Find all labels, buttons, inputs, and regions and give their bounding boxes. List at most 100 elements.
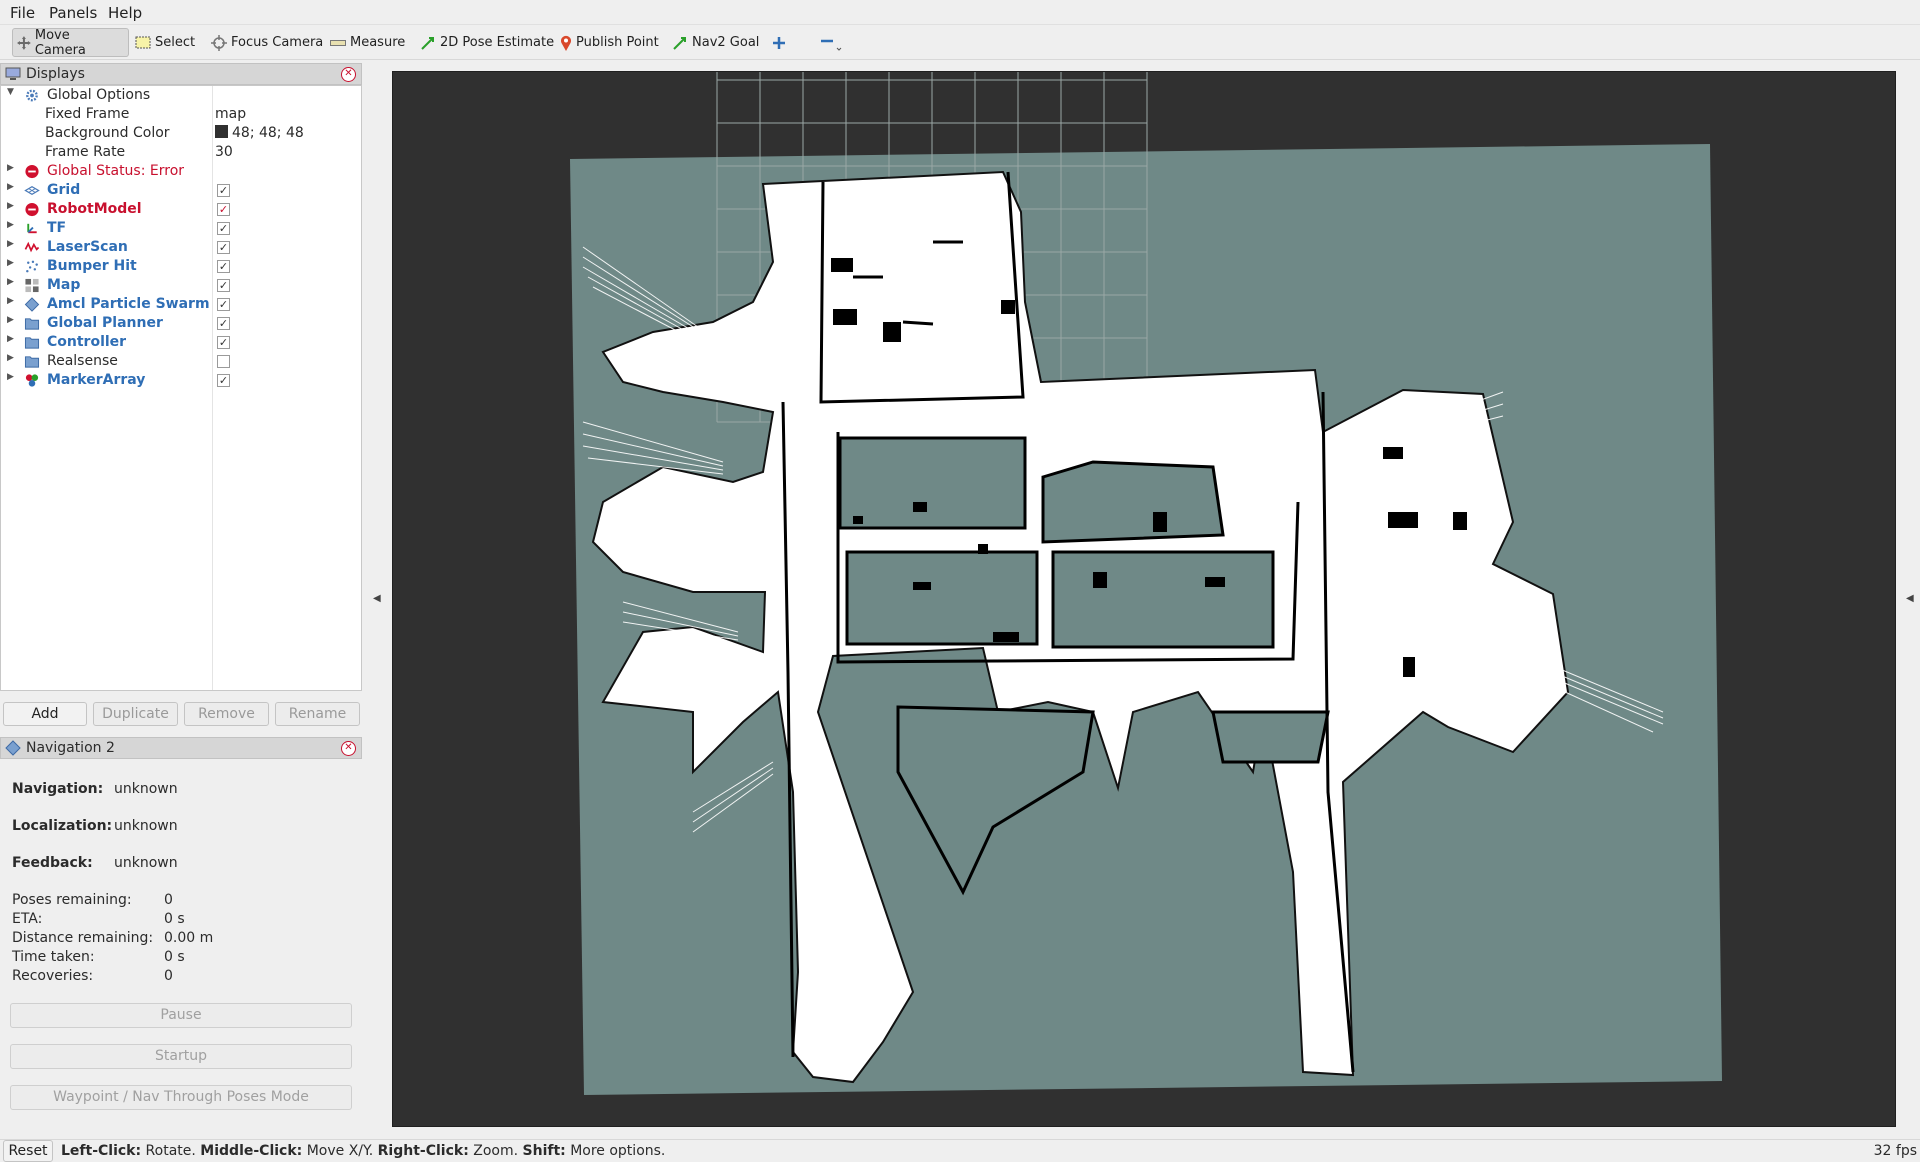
tree-row-controller[interactable]: ▶ Controller ✓	[1, 333, 361, 352]
close-displays-icon[interactable]: ✕	[341, 67, 356, 82]
remove-tool-button[interactable]	[816, 28, 850, 57]
map-pin-icon	[561, 35, 571, 51]
poses-remaining-value: 0	[164, 892, 173, 908]
expand-right-icon[interactable]: ▶	[7, 315, 14, 325]
reset-button[interactable]: Reset	[3, 1140, 53, 1162]
expand-right-icon[interactable]: ▶	[7, 258, 14, 268]
fps-counter: 32 fps	[1873, 1143, 1917, 1159]
close-nav2-icon[interactable]: ✕	[341, 741, 356, 756]
menu-file[interactable]: File	[10, 4, 35, 22]
time-taken-label: Time taken:	[12, 949, 95, 965]
tree-row-amcl-particle-swarm[interactable]: ▶ Amcl Particle Swarm ✓	[1, 295, 361, 314]
shift-key: Shift:	[522, 1143, 566, 1159]
bumper-hit-checkbox[interactable]: ✓	[217, 260, 230, 273]
measure-button[interactable]: Measure	[326, 28, 409, 57]
tree-row-laserscan[interactable]: ▶ LaserScan ✓	[1, 238, 361, 257]
publish-point-button[interactable]: Publish Point	[556, 28, 663, 57]
background-color-text: 48; 48; 48	[232, 125, 304, 141]
laserscan-checkbox[interactable]: ✓	[217, 241, 230, 254]
expand-right-icon[interactable]: ▶	[7, 220, 14, 230]
duplicate-display-button[interactable]: Duplicate	[93, 702, 178, 726]
collapse-left-icon[interactable]: ◀	[373, 593, 381, 604]
feedback-status: Feedback:	[12, 855, 93, 871]
tree-row-grid[interactable]: ▶ Grid ✓	[1, 181, 361, 200]
expand-right-icon[interactable]: ▶	[7, 296, 14, 306]
select-button[interactable]: Select	[131, 28, 199, 57]
expand-right-icon[interactable]: ▶	[7, 201, 14, 211]
global-options-label: Global Options	[47, 87, 151, 103]
ruler-icon	[330, 39, 346, 46]
tree-row-realsense[interactable]: ▶ Realsense	[1, 352, 361, 371]
expand-right-icon[interactable]: ▶	[7, 353, 14, 363]
expand-right-icon[interactable]: ▶	[7, 334, 14, 344]
amcl-particle-swarm-checkbox[interactable]: ✓	[217, 298, 230, 311]
monitor-icon	[5, 67, 21, 80]
background-color-label: Background Color	[45, 125, 170, 141]
nav2-title: Navigation 2	[26, 740, 115, 756]
tree-row-global-status[interactable]: ▶ Global Status: Error	[1, 162, 361, 181]
robotmodel-checkbox[interactable]: ✓	[217, 203, 230, 216]
nav2-goal-label: Nav2 Goal	[692, 35, 760, 50]
markerarray-checkbox[interactable]: ✓	[217, 374, 230, 387]
add-tool-button[interactable]	[768, 28, 794, 57]
background-color-value[interactable]: 48; 48; 48	[215, 125, 304, 141]
frame-rate-value[interactable]: 30	[215, 144, 233, 160]
tree-row-frame-rate[interactable]: Frame Rate 30	[1, 143, 361, 162]
menu-panels[interactable]: Panels	[49, 4, 97, 22]
render-viewport[interactable]	[392, 71, 1896, 1127]
folder-icon	[24, 337, 40, 349]
tree-row-global-options[interactable]: ▼ Global Options	[1, 86, 361, 105]
robotmodel-label: RobotModel	[47, 201, 142, 217]
tree-row-map[interactable]: ▶ Map ✓	[1, 276, 361, 295]
focus-camera-label: Focus Camera	[231, 35, 324, 50]
expand-right-icon[interactable]: ▶	[7, 182, 14, 192]
expand-down-icon[interactable]: ▼	[7, 87, 14, 97]
focus-camera-button[interactable]: Focus Camera	[207, 28, 327, 57]
nav2-goal-button[interactable]: Nav2 Goal	[668, 28, 763, 57]
markerarray-label: MarkerArray	[47, 372, 146, 388]
remove-display-button[interactable]: Remove	[184, 702, 269, 726]
map-icon	[25, 278, 39, 293]
fixed-frame-label: Fixed Frame	[45, 106, 130, 122]
rename-display-button[interactable]: Rename	[275, 702, 360, 726]
tree-row-fixed-frame[interactable]: Fixed Frame map	[1, 105, 361, 124]
collapse-right-icon[interactable]: ◀	[1906, 593, 1914, 604]
tree-row-robotmodel[interactable]: ▶ RobotModel ✓	[1, 200, 361, 219]
global-status-label: Global Status: Error	[47, 163, 185, 179]
expand-right-icon[interactable]: ▶	[7, 239, 14, 249]
gear-icon	[26, 89, 38, 102]
tree-row-tf[interactable]: ▶ TF ✓	[1, 219, 361, 238]
controller-checkbox[interactable]: ✓	[217, 336, 230, 349]
map-checkbox[interactable]: ✓	[217, 279, 230, 292]
tree-row-markerarray[interactable]: ▶ MarkerArray ✓	[1, 371, 361, 390]
frame-rate-label: Frame Rate	[45, 144, 126, 160]
menu-help[interactable]: Help	[108, 4, 142, 22]
waypoint-mode-button[interactable]: Waypoint / Nav Through Poses Mode	[10, 1085, 352, 1110]
tree-row-bumper-hit[interactable]: ▶ Bumper Hit ✓	[1, 257, 361, 276]
middle-click-key: Middle-Click:	[200, 1143, 303, 1159]
laser-wave-icon	[24, 241, 40, 253]
mouse-hints: Left-Click: Rotate. Middle-Click: Move X…	[61, 1143, 665, 1159]
focus-camera-icon	[211, 34, 227, 51]
realsense-checkbox[interactable]	[217, 355, 230, 368]
startup-button[interactable]: Startup	[10, 1044, 352, 1069]
tree-row-global-planner[interactable]: ▶ Global Planner ✓	[1, 314, 361, 333]
fixed-frame-value[interactable]: map	[215, 106, 246, 122]
move-camera-label: Move Camera	[34, 27, 86, 58]
tf-checkbox[interactable]: ✓	[217, 222, 230, 235]
expand-right-icon[interactable]: ▶	[7, 372, 14, 382]
minus-icon	[821, 39, 842, 51]
pose-estimate-button[interactable]: 2D Pose Estimate	[416, 28, 558, 57]
feedback-value: unknown	[114, 855, 178, 871]
global-planner-checkbox[interactable]: ✓	[217, 317, 230, 330]
markers-icon	[25, 374, 39, 387]
add-display-button[interactable]: Add	[3, 702, 87, 726]
status-bar: Reset Left-Click: Rotate. Middle-Click: …	[0, 1139, 1920, 1162]
expand-right-icon[interactable]: ▶	[7, 277, 14, 287]
expand-right-icon[interactable]: ▶	[7, 163, 14, 173]
tree-row-background-color[interactable]: Background Color 48; 48; 48	[1, 124, 361, 143]
grid-checkbox[interactable]: ✓	[217, 184, 230, 197]
move-camera-button[interactable]: Move Camera	[12, 27, 129, 58]
pause-button[interactable]: Pause	[10, 1003, 352, 1028]
map-label: Map	[47, 277, 81, 293]
